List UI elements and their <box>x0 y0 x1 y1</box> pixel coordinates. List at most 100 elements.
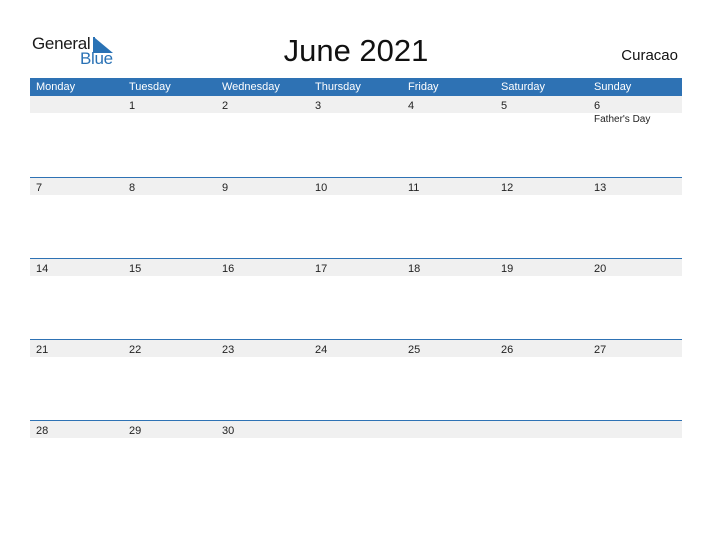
day-number: 10 <box>315 182 328 194</box>
day-number-row: 21 22 23 24 25 26 27 <box>30 340 682 357</box>
day-number: 15 <box>129 263 142 275</box>
day-cell: 26 <box>495 340 588 357</box>
weekday-wednesday: Wednesday <box>222 81 280 93</box>
week-row: 28 29 30 <box>30 420 682 501</box>
day-event <box>216 357 309 358</box>
week-row: 14 15 16 17 18 19 20 <box>30 258 682 339</box>
day-event <box>123 113 216 125</box>
day-number: 23 <box>222 344 235 356</box>
day-number: 1 <box>129 100 136 112</box>
day-number: 28 <box>36 425 49 437</box>
day-cell: 9 <box>216 178 309 195</box>
day-event <box>30 113 123 125</box>
day-event <box>588 276 682 277</box>
day-cell: 29 <box>123 421 216 438</box>
day-number: 22 <box>129 344 142 356</box>
day-cell: 3 <box>309 96 402 113</box>
day-cell: 1 <box>123 96 216 113</box>
country-label: Curacao <box>621 47 678 64</box>
day-event <box>123 438 216 439</box>
day-event <box>495 195 588 196</box>
day-number: 21 <box>36 344 49 356</box>
day-cell: 17 <box>309 259 402 276</box>
weeks-container: 1 2 3 4 5 6 Father's Day 7 8 9 10 11 12 13 14 15 16 17 18 1… <box>30 96 682 501</box>
day-cell: 27 <box>588 340 682 357</box>
day-number: 13 <box>594 182 607 194</box>
day-cell: 16 <box>216 259 309 276</box>
day-number: 26 <box>501 344 514 356</box>
day-event <box>309 195 402 196</box>
day-event <box>402 276 495 277</box>
day-number: 2 <box>222 100 229 112</box>
day-cell: 2 <box>216 96 309 113</box>
day-number: 5 <box>501 100 508 112</box>
day-cell: 25 <box>402 340 495 357</box>
week-row: 1 2 3 4 5 6 Father's Day <box>30 96 682 177</box>
day-number-row: 1 2 3 4 5 6 <box>30 96 682 113</box>
day-event <box>402 438 495 439</box>
day-cell: 13 <box>588 178 682 195</box>
day-cell: 14 <box>30 259 123 276</box>
week-row: 7 8 9 10 11 12 13 <box>30 177 682 258</box>
day-cell: 30 <box>216 421 309 438</box>
day-number: 6 <box>594 100 601 112</box>
calendar-grid: Monday Tuesday Wednesday Thursday Friday… <box>30 78 682 501</box>
day-event <box>30 438 123 439</box>
event-row <box>30 357 682 358</box>
day-cell: 8 <box>123 178 216 195</box>
day-cell: 7 <box>30 178 123 195</box>
weekday-thursday: Thursday <box>315 81 361 93</box>
event-row <box>30 195 682 196</box>
day-event <box>216 438 309 439</box>
event-row <box>30 276 682 277</box>
day-event <box>123 276 216 277</box>
day-number-row: 7 8 9 10 11 12 13 <box>30 178 682 195</box>
day-cell: 18 <box>402 259 495 276</box>
weekday-friday: Friday <box>408 81 439 93</box>
event-row: Father's Day <box>30 113 682 125</box>
day-number: 19 <box>501 263 514 275</box>
weekday-header: Monday Tuesday Wednesday Thursday Friday… <box>30 78 682 96</box>
day-number: 16 <box>222 263 235 275</box>
day-number: 9 <box>222 182 229 194</box>
day-event <box>216 195 309 196</box>
day-number: 4 <box>408 100 415 112</box>
day-event <box>309 438 402 439</box>
day-cell: 15 <box>123 259 216 276</box>
day-event: Father's Day <box>594 114 651 125</box>
day-event <box>30 357 123 358</box>
day-number-row: 14 15 16 17 18 19 20 <box>30 259 682 276</box>
day-event <box>495 357 588 358</box>
weekday-monday: Monday <box>36 81 76 93</box>
day-number: 27 <box>594 344 607 356</box>
day-number: 3 <box>315 100 322 112</box>
day-event <box>123 195 216 196</box>
day-cell: 28 <box>30 421 123 438</box>
event-row <box>30 438 682 439</box>
day-event <box>495 276 588 277</box>
day-number: 25 <box>408 344 421 356</box>
day-cell <box>30 96 123 113</box>
day-number: 18 <box>408 263 421 275</box>
day-cell: 20 <box>588 259 682 276</box>
day-event <box>216 276 309 277</box>
day-cell: 22 <box>123 340 216 357</box>
day-event <box>402 113 495 125</box>
day-event <box>309 113 402 125</box>
day-event <box>495 113 588 125</box>
day-event <box>216 113 309 125</box>
weekday-tuesday: Tuesday <box>129 81 171 93</box>
day-event <box>123 357 216 358</box>
day-cell: 5 <box>495 96 588 113</box>
day-cell <box>588 421 682 438</box>
day-number: 7 <box>36 182 43 194</box>
day-number: 29 <box>129 425 142 437</box>
day-cell <box>495 421 588 438</box>
weekday-saturday: Saturday <box>501 81 546 93</box>
day-cell: 23 <box>216 340 309 357</box>
day-event <box>495 438 588 439</box>
day-cell <box>309 421 402 438</box>
day-number: 20 <box>594 263 607 275</box>
weekday-sunday: Sunday <box>594 81 632 93</box>
day-number: 11 <box>408 182 420 194</box>
